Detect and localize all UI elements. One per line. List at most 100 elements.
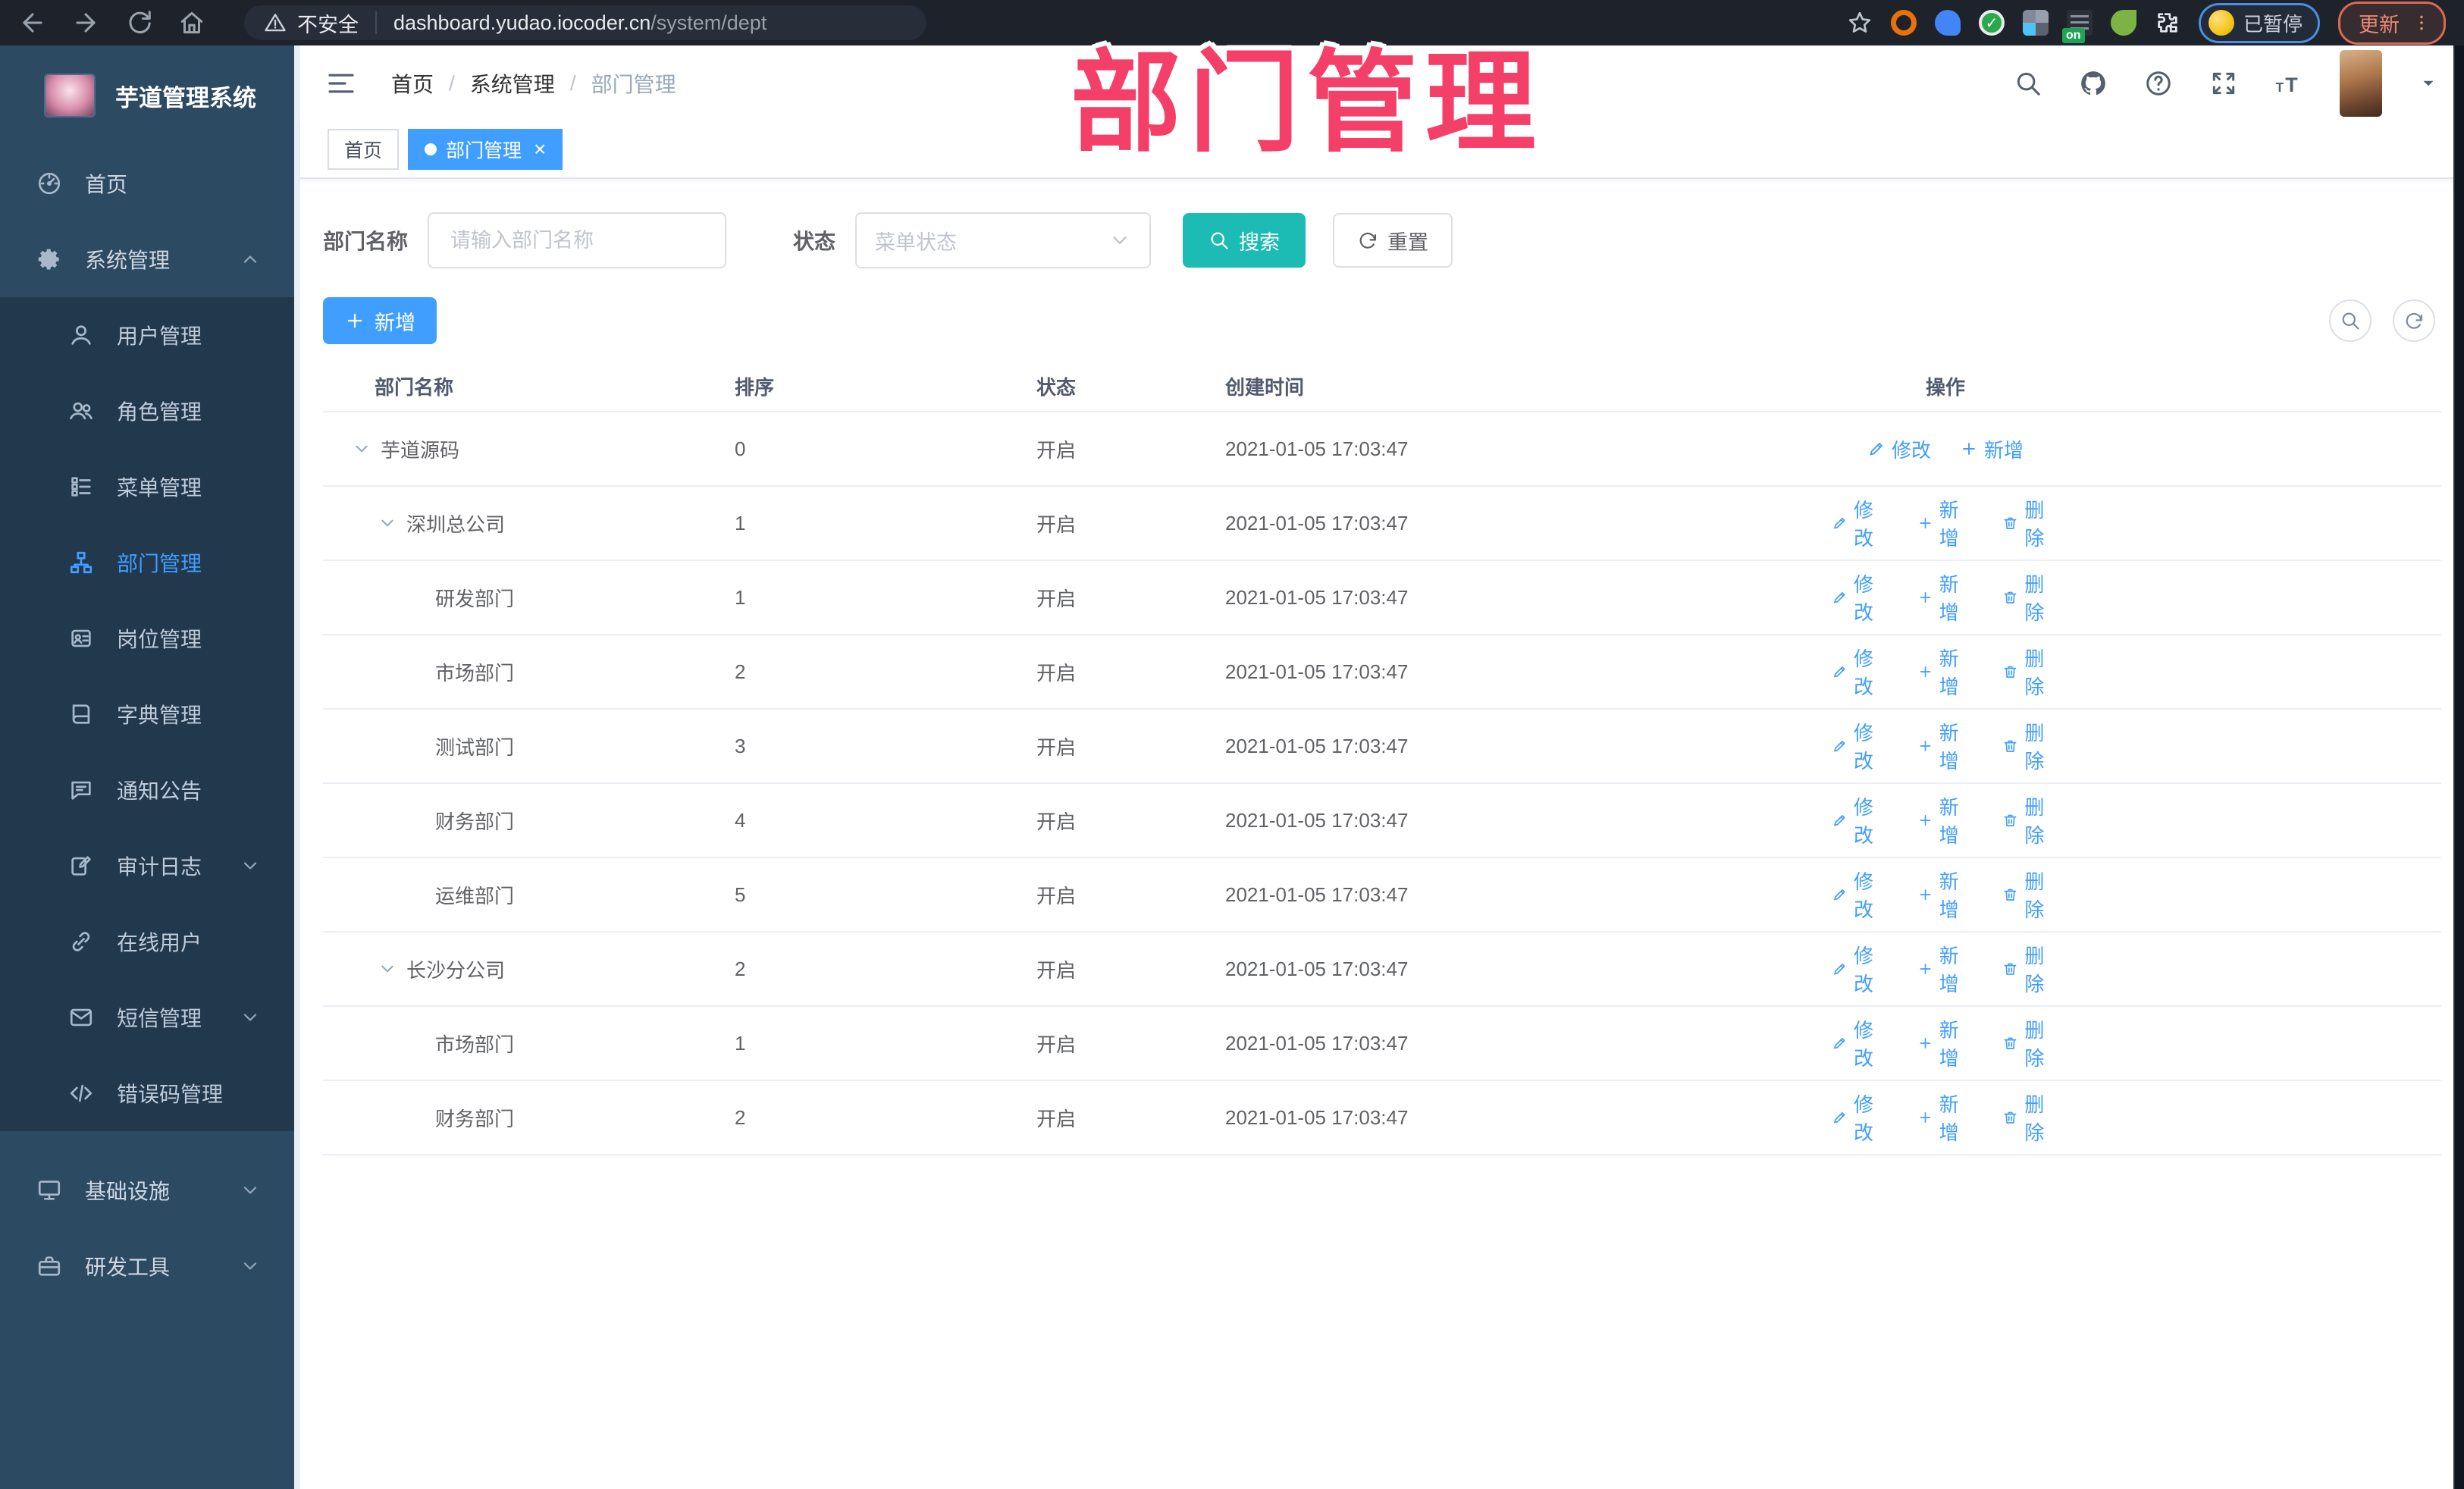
status-cell: 开启: [1036, 884, 1077, 908]
modify-link[interactable]: 修改: [1832, 867, 1889, 923]
sidebar-item-notice-announcement[interactable]: 通知公告: [0, 752, 294, 828]
forward-icon[interactable]: [71, 8, 100, 37]
fullscreen-icon[interactable]: [2209, 69, 2238, 98]
add-link-label: 新增: [1984, 438, 2024, 462]
sidebar-item-role-management[interactable]: 角色管理: [0, 373, 294, 449]
blue-drop-ext-icon[interactable]: [1934, 10, 1961, 36]
page-content: 部门名称 状态 菜单状态 搜索 重置: [300, 179, 2464, 1489]
profile-paused-pill[interactable]: 已暂停: [2198, 2, 2320, 43]
add-link[interactable]: 新增: [1917, 792, 1974, 848]
add-link[interactable]: 新增: [1960, 435, 2024, 463]
sidebar-item-menu-management[interactable]: 菜单管理: [0, 449, 294, 525]
add-link-label: 新增: [1939, 499, 1959, 550]
row-expand-caret-icon[interactable]: [378, 959, 397, 979]
modify-link[interactable]: 修改: [1832, 718, 1889, 774]
font-size-icon[interactable]: TT: [2274, 69, 2303, 98]
delete-link[interactable]: 删除: [2002, 495, 2059, 551]
breadcrumb-home[interactable]: 首页: [391, 68, 434, 99]
modify-link[interactable]: 修改: [1832, 644, 1889, 700]
sidebar-item-online-users[interactable]: 在线用户: [0, 904, 294, 980]
modify-link-label: 修改: [1854, 945, 1874, 995]
sidebar-item-sms-management[interactable]: 短信管理: [0, 980, 294, 1055]
green-check-ext-icon[interactable]: ✓: [1978, 10, 2005, 36]
actions-cell: 修改 新增 删除: [1832, 495, 2059, 551]
github-icon[interactable]: [2079, 69, 2108, 98]
toggle-search-button[interactable]: [2329, 299, 2372, 342]
modify-link[interactable]: 修改: [1832, 495, 1889, 551]
sidebar-item-home[interactable]: 首页: [0, 146, 294, 221]
reset-button[interactable]: 重置: [1333, 213, 1453, 268]
sidebar-item-dev-tools[interactable]: 研发工具: [0, 1228, 294, 1304]
bookmark-star-icon[interactable]: [1847, 10, 1873, 36]
trash-icon: [2002, 514, 2018, 532]
delete-link[interactable]: 删除: [2002, 644, 2059, 700]
sidebar-item-error-code-management[interactable]: 错误码管理: [0, 1055, 294, 1131]
dept-name-input[interactable]: [428, 212, 727, 268]
help-icon[interactable]: [2144, 69, 2173, 98]
tab-label: 首页: [344, 140, 383, 161]
kebab-menu-icon[interactable]: [2412, 11, 2431, 34]
sort-cell: 3: [735, 734, 746, 757]
delete-link[interactable]: 删除: [2002, 867, 2059, 923]
add-link[interactable]: 新增: [1917, 1015, 1974, 1071]
home-icon[interactable]: [177, 8, 206, 37]
reload-icon[interactable]: [124, 8, 153, 37]
modify-link[interactable]: 修改: [1867, 435, 1931, 463]
sidebar-item-dept-management[interactable]: 部门管理: [0, 525, 294, 600]
add-link[interactable]: 新增: [1917, 644, 1974, 700]
add-link[interactable]: 新增: [1917, 867, 1974, 923]
modify-link[interactable]: 修改: [1832, 569, 1889, 625]
window-scrollbar[interactable]: [2453, 45, 2464, 1489]
address-bar[interactable]: 不安全 dashboard.yudao.iocoder.cn/system/de…: [244, 5, 926, 40]
extension-icons: ✓ on: [1890, 10, 2180, 43]
green-leaf-ext-icon[interactable]: [2110, 10, 2136, 36]
search-button[interactable]: 搜索: [1183, 213, 1306, 268]
modify-link[interactable]: 修改: [1832, 1015, 1889, 1071]
pencil-icon: [1832, 960, 1848, 978]
row-expand-caret-icon[interactable]: [352, 439, 371, 459]
user-avatar[interactable]: [2340, 50, 2382, 117]
dept-name: 运维部门: [435, 884, 515, 908]
add-link[interactable]: 新增: [1917, 1089, 1974, 1146]
status-select[interactable]: 菜单状态: [855, 212, 1152, 268]
add-link[interactable]: 新增: [1917, 941, 1974, 997]
modify-link-label: 修改: [1891, 438, 1931, 462]
delete-link[interactable]: 删除: [2002, 718, 2059, 774]
row-expand-caret-icon[interactable]: [378, 513, 397, 533]
delete-link[interactable]: 删除: [2002, 1089, 2059, 1146]
caret-down-icon[interactable]: [2419, 74, 2438, 93]
sidebar-item-dict-management[interactable]: 字典管理: [0, 676, 294, 752]
delete-link[interactable]: 删除: [2002, 569, 2059, 625]
delete-link[interactable]: 删除: [2002, 941, 2059, 997]
orange-ring-ext-icon[interactable]: [1890, 10, 1917, 36]
app-logo[interactable]: 芋道管理系统: [0, 45, 294, 146]
plus-icon: [1917, 960, 1933, 978]
add-link[interactable]: 新增: [1917, 718, 1974, 774]
refresh-table-button[interactable]: [2393, 299, 2435, 342]
tab-home[interactable]: 首页: [328, 129, 400, 170]
add-link[interactable]: 新增: [1917, 495, 1974, 551]
grid-ext-icon[interactable]: [2022, 10, 2049, 36]
sidebar-item-infrastructure[interactable]: 基础设施: [0, 1152, 294, 1228]
breadcrumb-system[interactable]: 系统管理: [470, 68, 555, 99]
delete-link[interactable]: 删除: [2002, 1015, 2059, 1071]
sidebar-item-user-management[interactable]: 用户管理: [0, 297, 294, 373]
back-icon[interactable]: [18, 8, 47, 37]
modify-link[interactable]: 修改: [1832, 941, 1889, 997]
hamburger-icon[interactable]: [326, 68, 356, 99]
sidebar-item-post-management[interactable]: 岗位管理: [0, 600, 294, 676]
update-button[interactable]: 更新: [2338, 1, 2446, 45]
puzzle-ext-icon[interactable]: [2155, 10, 2180, 36]
close-icon[interactable]: ×: [534, 139, 546, 160]
search-icon[interactable]: [2014, 69, 2042, 98]
sidebar-item-system-management[interactable]: 系统管理: [0, 221, 294, 297]
list-on-ext-icon[interactable]: on: [2061, 10, 2093, 43]
dept-name: 芋道源码: [381, 438, 460, 462]
add-link[interactable]: 新增: [1917, 569, 1974, 625]
sidebar-item-audit-log[interactable]: 审计日志: [0, 828, 294, 904]
delete-link[interactable]: 删除: [2002, 792, 2059, 848]
modify-link[interactable]: 修改: [1832, 792, 1889, 848]
tab-dept-management[interactable]: 部门管理 ×: [408, 129, 563, 170]
add-button[interactable]: 新增: [323, 297, 437, 344]
modify-link[interactable]: 修改: [1832, 1089, 1889, 1146]
